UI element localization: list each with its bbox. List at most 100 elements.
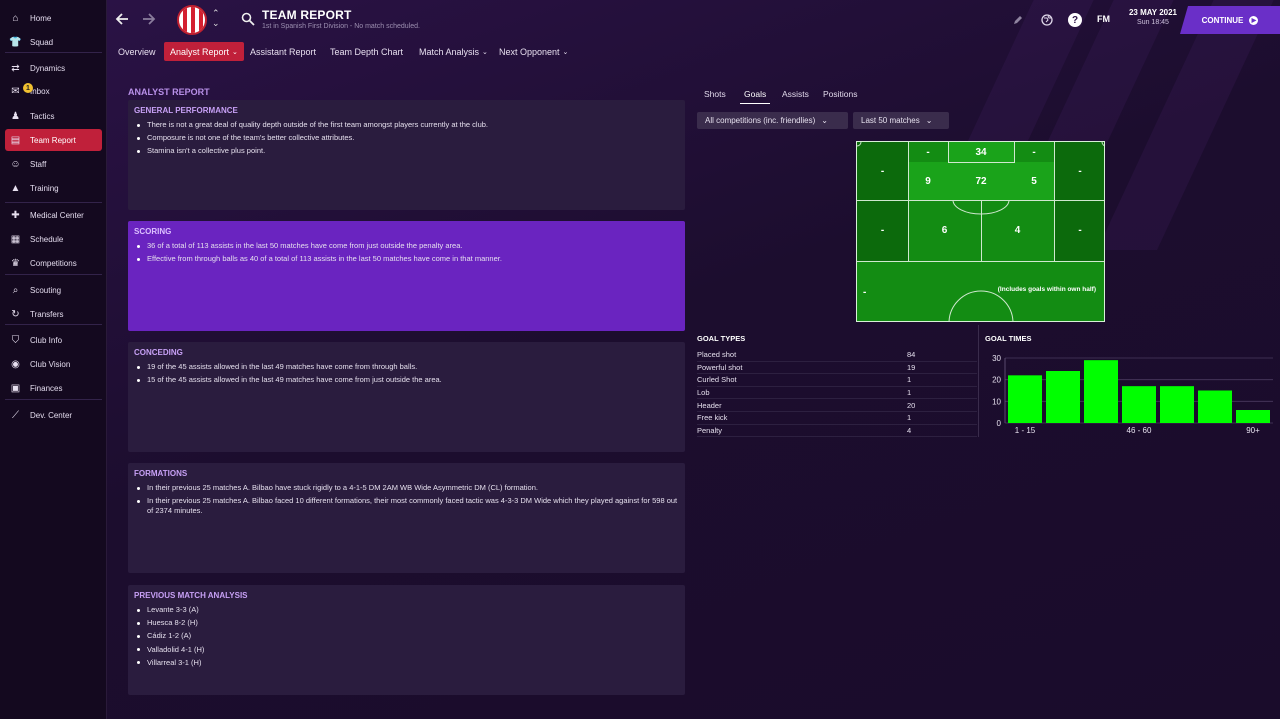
goal-time-bar [1236, 410, 1270, 423]
shirt-icon: 👕 [9, 36, 22, 48]
sidebar-item-competitions[interactable]: ♛ Competitions [5, 252, 102, 274]
panel-list-item: Effective from through balls as 40 of a … [134, 254, 679, 264]
stats-tab-goals[interactable]: Goals [740, 84, 771, 104]
play-icon: ▶ [1249, 15, 1259, 25]
panel-list-item: 15 of the 45 assists allowed in the last… [134, 375, 679, 385]
sidebar-item-club-info[interactable]: ⛉ Club Info [5, 329, 102, 351]
range-filter-label: Last 50 matches [861, 116, 920, 125]
section-divider [978, 325, 979, 437]
goal-time-bar [1122, 386, 1156, 423]
sidebar-item-dev-center[interactable]: ⟋ Dev. Center [5, 404, 102, 426]
continue-label: CONTINUE [1201, 15, 1244, 25]
panel-list-item: There is not a great deal of quality dep… [134, 120, 679, 130]
goal-type-value: 84 [907, 350, 916, 360]
goal-time-bar [1198, 390, 1232, 423]
sidebar-item-label: Transfers [30, 309, 64, 319]
section-heading: ANALYST REPORT [128, 87, 210, 97]
sidebar-item-inbox[interactable]: ✉ 1 Inbox [5, 80, 102, 102]
competition-filter-dropdown[interactable]: All competitions (inc. friendlies) ⌄ [697, 112, 848, 129]
sidebar-divider [5, 202, 102, 203]
panel-list: There is not a great deal of quality dep… [134, 120, 679, 156]
continue-button[interactable]: CONTINUE ▶ [1180, 6, 1280, 34]
main-content: ⌃ ⌄ TEAM REPORT 1st in Spanish First Divi… [107, 0, 1280, 719]
sidebar-item-squad[interactable]: 👕 Squad [5, 31, 102, 53]
pitch-markings [857, 142, 1104, 321]
sidebar-item-team-report[interactable]: ▤ Team Report [5, 129, 102, 151]
panel-title: SCORING [134, 227, 172, 236]
sidebar-item-tactics[interactable]: ♟ Tactics [5, 105, 102, 127]
panel-title: CONCEDING [134, 348, 183, 357]
sidebar-item-label: Squad [30, 37, 54, 47]
stats-tab-positions[interactable]: Positions [819, 84, 862, 104]
subnav-tab-analyst-report[interactable]: Analyst Report ⌄ [164, 42, 244, 61]
subnav-tab-assistant-report[interactable]: Assistant Report [244, 42, 322, 61]
goal-type-row: Curled Shot 1 [697, 374, 977, 387]
goal-type-label: Lob [697, 388, 710, 398]
goal-type-value: 20 [907, 400, 916, 410]
panel-list: Levante 3-3 (A) Huesca 8-2 (H) Cádiz 1-2 (… [134, 605, 679, 668]
goal-type-value: 1 [907, 375, 912, 385]
goal-time-bar [1008, 375, 1042, 423]
sidebar-item-label: Competitions [30, 258, 77, 268]
vision-icon: ◉ [11, 358, 20, 370]
chevron-down-icon: ⌄ [925, 116, 933, 125]
sidebar-item-label: Training [30, 183, 59, 193]
panel-list: 36 of a total of 113 assists in the last… [134, 241, 679, 264]
chevron-down-icon: ⌄ [821, 116, 828, 125]
sidebar-item-dynamics[interactable]: ⇄ Dynamics [5, 57, 102, 79]
sidebar-item-schedule[interactable]: ▦ Schedule [5, 228, 102, 250]
panel-title: FORMATIONS [134, 469, 188, 478]
subnav-tab-team-depth-chart[interactable]: Team Depth Chart [324, 42, 409, 61]
sidebar-item-label: Medical Center [30, 210, 84, 220]
goal-types-title: GOAL TYPES [697, 334, 746, 343]
goal-time-bar [1084, 360, 1118, 423]
help-icon[interactable]: ? [1067, 12, 1083, 28]
stats-tab-assists[interactable]: Assists [778, 84, 813, 104]
report-panel-scoring[interactable]: SCORING 36 of a total of 113 assists in t… [128, 221, 685, 331]
sidebar-item-scouting[interactable]: ⌕ Scouting [5, 279, 102, 301]
search-icon[interactable] [241, 12, 255, 26]
sidebar-item-club-vision[interactable]: ◉ Club Vision [5, 353, 102, 375]
panel-list: 19 of the 45 assists allowed in the last… [134, 362, 679, 385]
top-bar: ⌃ ⌄ TEAM REPORT 1st in Spanish First Divi… [107, 0, 1280, 40]
sidebar-item-transfers[interactable]: ↻ Transfers [5, 303, 102, 325]
panel-list-item: 36 of a total of 113 assists in the last… [134, 241, 679, 251]
range-filter-dropdown[interactable]: Last 50 matches ⌄ [853, 112, 949, 129]
subnav-tab-next-opponent[interactable]: Next Opponent ⌄ [493, 42, 574, 61]
subnav-tab-match-analysis[interactable]: Match Analysis ⌄ [413, 42, 494, 61]
edit-icon[interactable] [1010, 12, 1026, 28]
subnav-tab-overview[interactable]: Overview [112, 42, 162, 61]
goal-type-label: Curled Shot [697, 375, 737, 385]
scouting-icon: ⌕ [12, 284, 19, 296]
page-title: TEAM REPORT [262, 8, 352, 22]
tactics-icon: ♟ [11, 110, 20, 122]
sidebar-item-home[interactable]: ⌂ Home [5, 7, 102, 29]
sidebar-item-training[interactable]: ▲ Training [5, 177, 102, 199]
sidebar: ⌂ Home 👕 Squad ⇄ Dynamics ✉ 1 Inbox ♟ Tactics ▤ Team… [0, 0, 107, 719]
goal-type-row: Penalty 4 [697, 425, 977, 438]
current-time: Sun 18:45 [1137, 19, 1169, 26]
sidebar-item-label: Dev. Center [30, 410, 73, 420]
stats-tab-shots[interactable]: Shots [700, 84, 730, 104]
report-icon: ▤ [10, 134, 21, 146]
forward-arrow-icon[interactable] [140, 9, 158, 29]
panel-list-item: Cádiz 1-2 (A) [134, 631, 679, 641]
club-switch-icon[interactable]: ⌃ ⌄ [212, 8, 220, 28]
sidebar-item-label: Finances [30, 383, 63, 393]
report-panel-conceding: CONCEDING 19 of the 45 assists allowed in… [128, 342, 685, 452]
chevron-down-icon: ⌄ [232, 48, 238, 56]
sidebar-item-finances[interactable]: ▣ Finances [5, 377, 102, 399]
sidebar-item-staff[interactable]: ☺ Staff [5, 153, 102, 175]
globe-icon[interactable] [1039, 12, 1055, 28]
back-arrow-icon[interactable] [113, 9, 131, 29]
goal-type-row: Powerful shot 19 [697, 362, 977, 375]
panel-list-item: Stamina isn't a collective plus point. [134, 146, 679, 156]
competition-filter-label: All competitions (inc. friendlies) [705, 116, 816, 125]
own-half-note: (Includes goals within own half) [997, 286, 1096, 293]
panel-list-item: In their previous 25 matches A. Bilbao h… [134, 483, 679, 493]
fm-logo[interactable]: FM [1097, 14, 1110, 24]
help-glyph: ? [1068, 13, 1082, 27]
sidebar-item-medical-center[interactable]: ✚ Medical Center [5, 204, 102, 226]
club-crest-icon[interactable] [177, 5, 207, 35]
goal-type-value: 19 [907, 362, 916, 372]
